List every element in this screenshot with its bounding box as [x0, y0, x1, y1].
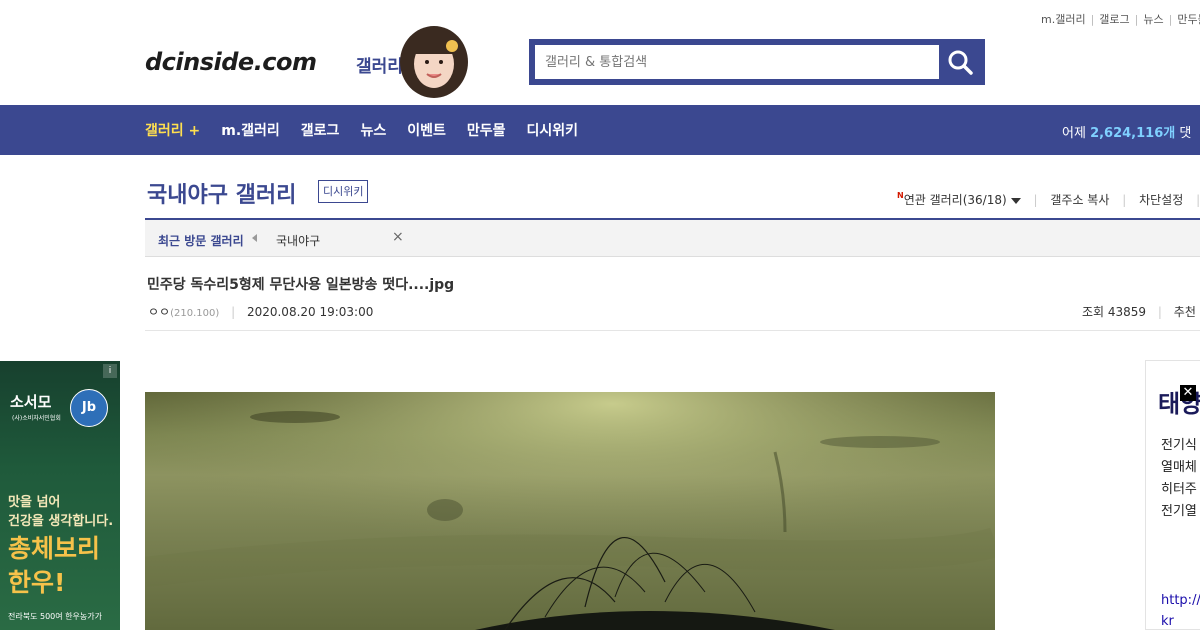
top-utility-links: m.갤러리 | 갤로그 | 뉴스 | 만두몰	[1041, 11, 1200, 27]
top-link-mall[interactable]: 만두몰	[1177, 13, 1200, 26]
stats-prefix: 어제	[1062, 126, 1086, 141]
related-gallery-button[interactable]: 연관 갤러리(36/18)	[904, 193, 1007, 207]
ad-brand: 소서모	[10, 393, 52, 411]
block-settings-button[interactable]: 차단설정	[1139, 193, 1183, 207]
nav-gallery-plus[interactable]: 갤러리 +	[145, 120, 200, 140]
nav-mgallery[interactable]: m.갤러리	[221, 120, 280, 140]
nav-wiki[interactable]: 디시위키	[526, 120, 578, 140]
ad-info-icon[interactable]: i	[103, 364, 117, 378]
wiki-badge[interactable]: 디시위키	[318, 180, 369, 203]
ad-right-link[interactable]: kr	[1161, 614, 1174, 629]
ad-headline: 한우!	[8, 568, 66, 597]
stats-value: 2,624,116개	[1090, 126, 1176, 141]
ad-logo-icon: Jb	[70, 389, 108, 427]
top-link-gallog[interactable]: 갤로그	[1099, 13, 1129, 26]
copy-address-button[interactable]: 갤주소 복사	[1050, 193, 1109, 207]
left-ad-banner[interactable]: i 소서모 (사)소비자서민협회 Jb 맛을 넘어 건강을 생각합니다. 총체보…	[0, 361, 120, 630]
search-box	[529, 39, 985, 85]
recent-gallery-item[interactable]: 국내야구	[276, 232, 320, 249]
recent-galleries-bar: 최근 방문 갤러리 국내야구 ×	[145, 220, 1200, 257]
nav-stats: 어제 2,624,116개 댓	[1062, 122, 1191, 141]
main-nav: 갤러리 + m.갤러리 갤로그 뉴스 이벤트 만두몰 디시위키 어제 2,624…	[0, 105, 1200, 155]
separator: |	[1033, 193, 1038, 207]
mascot-image	[392, 22, 476, 98]
ad-brand-sub: (사)소비자서민협회	[12, 415, 61, 422]
gallery-title[interactable]: 국내야구 갤러리	[147, 177, 296, 209]
ad-text-line: 맛을 넘어	[8, 495, 61, 510]
nav-gallog[interactable]: 갤로그	[301, 120, 340, 140]
separator: |	[1134, 13, 1139, 26]
post-image-content	[145, 392, 995, 630]
right-ad-banner[interactable]: 태양 ✕ 전기식 열매체 히터주 전기열 http://w kr	[1145, 360, 1200, 630]
ad-right-link[interactable]: http://w	[1161, 593, 1200, 608]
separator: |	[1168, 13, 1173, 26]
top-link-mgallery[interactable]: m.갤러리	[1041, 13, 1086, 26]
ad-text-line: 건강을 생각합니다.	[8, 514, 114, 529]
post-meta: ㅇㅇ(210.100) | 2020.08.20 19:03:00	[148, 303, 373, 320]
recent-close-icon[interactable]: ×	[392, 229, 404, 245]
post-date: 2020.08.20 19:03:00	[246, 305, 374, 319]
search-icon	[948, 50, 973, 75]
top-link-news[interactable]: 뉴스	[1143, 13, 1163, 26]
nav-mall[interactable]: 만두몰	[467, 120, 506, 140]
stats-suffix: 댓	[1179, 126, 1192, 141]
post-stats: 조회 43859 | 추천 1	[1082, 303, 1200, 320]
separator: |	[1122, 193, 1127, 207]
post-ip: (210.100)	[170, 308, 220, 319]
post-author[interactable]: ㅇㅇ	[148, 305, 170, 319]
recent-label: 최근 방문 갤러리	[158, 234, 244, 248]
separator: |	[1157, 305, 1162, 319]
ad-fine-print: 전라북도 500여 한우농가가	[8, 612, 102, 621]
recent-prev-arrow-icon[interactable]	[252, 234, 257, 242]
post-recommend: 추천 1	[1173, 305, 1200, 319]
ad-headline: 총체보리	[8, 534, 101, 563]
post-title: 민주당 독수리5형제 무단사용 일본방송 떳다....jpg	[147, 277, 455, 293]
separator: |	[1090, 13, 1095, 26]
separator: |	[1196, 193, 1200, 207]
post-divider	[145, 330, 1200, 331]
post-image[interactable]	[145, 392, 995, 630]
gallery-tools: N연관 갤러리(36/18) | 갤주소 복사 | 차단설정 | 갤러	[897, 191, 1200, 208]
ad-right-text: 열매체	[1161, 460, 1197, 475]
search-button[interactable]	[941, 45, 979, 79]
nav-news[interactable]: 뉴스	[360, 120, 386, 140]
search-input[interactable]	[535, 45, 939, 79]
ad-right-text: 전기식	[1161, 438, 1197, 453]
nav-event[interactable]: 이벤트	[407, 120, 446, 140]
ad-right-text: 전기열	[1161, 504, 1197, 519]
site-logo[interactable]: dcinside.com	[145, 48, 317, 76]
separator: |	[231, 305, 236, 319]
new-mark: N	[897, 191, 904, 200]
post-views: 조회 43859	[1082, 305, 1147, 319]
ad-close-icon[interactable]: ✕	[1180, 385, 1196, 401]
ad-right-text: 히터주	[1161, 482, 1197, 497]
dropdown-arrow-icon[interactable]	[1010, 197, 1021, 204]
